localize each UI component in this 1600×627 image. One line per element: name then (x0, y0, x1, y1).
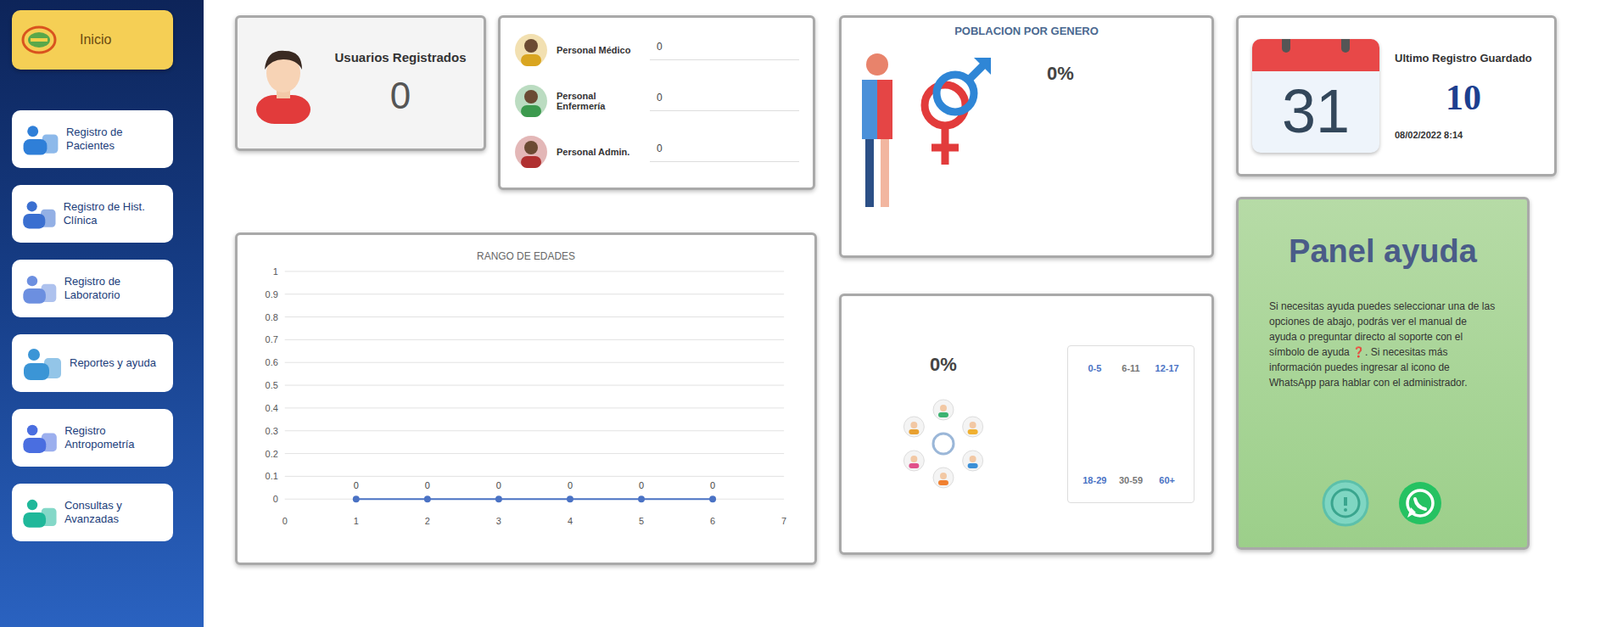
legend-item: 30-59 (1113, 475, 1150, 486)
svg-text:0: 0 (496, 480, 502, 491)
chart-point: 0 (709, 480, 717, 503)
x-tick: 3 (496, 515, 502, 526)
calendar-card: 31Ultimo Registro Guardado1008/02/2022 8… (1236, 15, 1557, 177)
x-tick: 1 (353, 515, 359, 526)
svg-text:0.4: 0.4 (265, 402, 279, 414)
sidebar-item[interactable]: Registro Antropometría (11, 408, 174, 467)
sidebar: Inicio Registro de Pacientes Registro de H… (0, 0, 204, 627)
y-tick: 0.8 (265, 312, 785, 323)
module-icon (18, 417, 62, 459)
gender-icon (851, 45, 996, 216)
svg-text:0: 0 (638, 480, 644, 491)
svg-text:0: 0 (425, 480, 431, 491)
help-button[interactable] (1320, 478, 1371, 531)
chart-title: RANGO DE EDADES (476, 250, 576, 263)
svg-text:0.2: 0.2 (265, 448, 279, 459)
y-tick: 0.6 (265, 357, 785, 368)
x-tick: 6 (710, 515, 716, 526)
gender-card: POBLACION POR GENERO0% (839, 15, 1214, 258)
whatsapp-button[interactable] (1395, 478, 1445, 531)
svg-text:0: 0 (567, 480, 573, 491)
population-icon (892, 392, 995, 495)
sidebar-item[interactable]: Consultas y Avanzadas (11, 483, 174, 542)
chart-point: 0 (566, 480, 574, 503)
chart-series: 0 0 0 0 0 0 (352, 480, 717, 503)
x-tick: 7 (781, 515, 787, 526)
svg-text:0.6: 0.6 (265, 357, 279, 368)
dashboard: Inicio Registro de Pacientes Registro de H… (0, 0, 1600, 627)
svg-text:0.5: 0.5 (265, 380, 279, 391)
home-button[interactable]: Inicio (11, 10, 174, 70)
age-legend: 0-56-1112-17 18-2930-5960+ (1067, 345, 1195, 504)
y-tick: 0.7 (265, 334, 785, 345)
help-icon (1320, 478, 1371, 528)
role-row: Personal Médico0 (514, 29, 800, 71)
chart-point: 0 (495, 480, 503, 503)
whatsapp-icon (1395, 478, 1445, 528)
legend-item: 18-29 (1076, 475, 1114, 486)
y-tick: 0.5 (265, 380, 785, 391)
users-card: Usuarios Registrados0 (234, 15, 487, 152)
svg-text:1: 1 (273, 266, 279, 277)
role-row: Personal Enfermería0 (514, 80, 800, 122)
y-tick: 1 (273, 266, 784, 277)
module-icon (18, 268, 62, 309)
role-row: Personal Admin.0 (514, 131, 800, 173)
x-tick: 5 (638, 515, 644, 526)
svg-text:0.9: 0.9 (265, 289, 279, 300)
sidebar-item[interactable]: Registro de Pacientes (11, 110, 174, 168)
y-tick: 0.9 (265, 289, 785, 300)
x-tick: 4 (567, 515, 573, 526)
svg-text:0.7: 0.7 (265, 334, 279, 345)
svg-text:0: 0 (710, 480, 716, 491)
x-tick: 2 (425, 515, 431, 526)
line-chart: RANGO DE EDADES 0 0.1 0.2 0.3 0.4 0.5 0.6 0.7 0.8… (247, 245, 805, 543)
module-icon (18, 118, 63, 160)
x-tick: 0 (282, 515, 288, 526)
y-tick: 0 (273, 493, 784, 504)
legend-item: 12-17 (1148, 363, 1186, 374)
logo-icon (20, 24, 58, 56)
main-area: Usuarios Registrados0Personal Médico0Per… (203, 0, 1557, 627)
svg-text:0.8: 0.8 (265, 312, 279, 323)
sidebar-item[interactable]: Reportes y ayuda (11, 334, 174, 392)
legend-item: 6-11 (1113, 363, 1150, 374)
sidebar-item[interactable]: Registro de Hist. Clínica (11, 184, 174, 243)
chart-point: 0 (424, 480, 431, 503)
chart-point: 0 (352, 480, 360, 503)
svg-text:0: 0 (353, 480, 359, 491)
help-panel: Panel ayudaSi necesitas ayuda puedes sel… (1236, 196, 1530, 550)
calendar-icon: 31 (1252, 39, 1380, 153)
age-chart: RANGO DE EDADES 0 0.1 0.2 0.3 0.4 0.5 0.6 0.7 0.8… (234, 232, 817, 566)
module-icon (18, 342, 67, 384)
svg-text:0.1: 0.1 (265, 470, 279, 482)
svg-text:0: 0 (273, 493, 279, 504)
person-icon (514, 83, 549, 118)
chart-point: 0 (637, 480, 645, 503)
sidebar-item[interactable]: Registro de Laboratorio (11, 259, 174, 318)
person-icon (514, 33, 549, 68)
y-tick: 0.4 (265, 402, 785, 414)
user-icon (249, 42, 318, 124)
y-tick: 0.1 (265, 470, 785, 482)
y-tick: 0.3 (265, 425, 785, 437)
module-icon (18, 492, 62, 533)
age-card: 0%0-56-1112-1718-2930-5960+ (839, 293, 1214, 555)
legend-item: 0-5 (1076, 363, 1114, 374)
legend-item: 60+ (1148, 475, 1186, 486)
module-icon (18, 193, 61, 235)
roles-card: Personal Médico0 Personal Enfermería0 Pers… (497, 15, 816, 191)
svg-text:0.3: 0.3 (265, 425, 279, 437)
y-tick: 0.2 (265, 448, 785, 459)
person-icon (514, 134, 549, 169)
